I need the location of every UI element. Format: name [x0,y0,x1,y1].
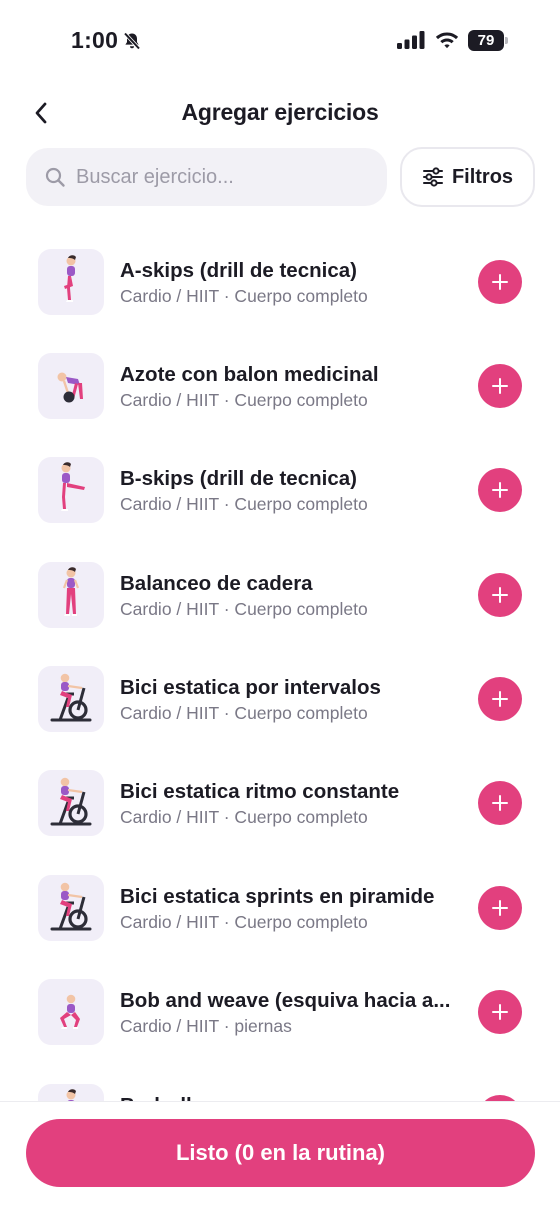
medicine-ball-slam-figure-icon [57,372,83,403]
battery-indicator: 79 [468,30,508,51]
exercise-thumbnail [38,666,104,732]
exercise-thumbnail [38,875,104,941]
exercise-row[interactable]: Bici estatica sprints en piramide Cardio… [0,858,560,962]
add-exercise-button[interactable] [478,677,522,721]
bell-off-icon [123,32,141,50]
exercise-name: Bici estatica ritmo constante [120,780,400,803]
status-time: 1:00 [71,27,119,53]
search-icon [45,167,65,187]
exercise-list: A-skips (drill de tecnica) Cardio / HIIT… [0,232,560,1102]
exercise-row[interactable]: Azote con balon medicinal Cardio / HIIT … [0,336,560,440]
search-box[interactable] [26,148,387,206]
exercise-row[interactable]: Bici estatica por intervalos Cardio / HI… [0,649,560,753]
add-exercise-button[interactable] [478,990,522,1034]
leg-extension-figure-icon [61,462,85,511]
filters-label: Filtros [451,165,514,188]
exercise-name: A-skips (drill de tecnica) [120,259,357,282]
standing-figure-icon [66,1089,76,1102]
exercise-name: B-skips (drill de tecnica) [120,467,357,490]
search-input[interactable] [76,165,366,189]
exercise-thumbnail [38,562,104,628]
add-exercise-button[interactable] [478,260,522,304]
exercise-meta: Cardio / HIIT · Cuerpo completo [120,703,368,723]
done-button[interactable]: Listo (0 en la rutina) [26,1119,535,1187]
status-bar: 1:00 79 [0,0,560,80]
exercise-name: Balanceo de cadera [120,572,313,595]
stationary-bike-figure-icon [50,777,92,826]
exercise-meta: Cardio / HIIT · Cuerpo completo [120,599,368,619]
exercise-name: Bici estatica sprints en piramide [120,885,435,908]
sliders-icon [422,167,443,187]
page-title: Agregar ejercicios [181,99,379,125]
footer-bar: Listo (0 en la rutina) [0,1101,560,1217]
exercise-meta: Cardio / HIIT · Cuerpo completo [120,912,368,932]
exercise-row[interactable]: A-skips (drill de tecnica) Cardio / HIIT… [0,232,560,336]
stationary-bike-figure-icon [50,673,92,722]
cellular-signal-icon [397,31,425,49]
wifi-icon [435,32,459,49]
battery-cap [505,37,508,44]
plus-icon [492,482,508,498]
exercise-name: Azote con balon medicinal [120,363,379,386]
exercise-meta: Cardio / HIIT · Cuerpo completo [120,286,368,306]
high-knee-figure-icon [64,255,76,302]
exercise-name: Bob and weave (esquiva hacia a... [120,989,451,1012]
add-exercises-screen: 1:00 79 Agregar ejercicios Buscar ejerci… [0,0,560,1217]
exercise-thumbnail [38,979,104,1045]
add-exercise-button[interactable] [478,573,522,617]
exercise-name: Bici estatica por intervalos [120,676,381,699]
exercise-meta: Cardio / HIIT · Cuerpo completo [120,807,368,827]
add-exercise-button[interactable] [478,364,522,408]
exercise-thumbnail [38,1084,104,1102]
squat-figure-icon [60,994,80,1029]
add-exercise-button[interactable] [478,781,522,825]
exercise-row[interactable]: Bici estatica ritmo constante Cardio / H… [0,753,560,857]
plus-icon [492,900,508,916]
exercise-thumbnail [38,353,104,419]
exercise-row[interactable]: Balanceo de cadera Cardio / HIIT · Cuerp… [0,545,560,649]
stationary-bike-figure-icon [50,882,92,931]
exercise-row[interactable]: B-skips (drill de tecnica) Cardio / HIIT… [0,440,560,544]
plus-icon [492,1004,508,1020]
add-exercise-button[interactable] [478,886,522,930]
add-exercise-button[interactable] [478,468,522,512]
plus-icon [492,378,508,394]
exercise-thumbnail [38,770,104,836]
exercise-thumbnail [38,249,104,315]
exercise-meta: Cardio / HIIT · piernas [120,1016,292,1036]
battery-level: 79 [477,32,495,49]
plus-icon [492,274,508,290]
filters-button[interactable]: Filtros [400,147,535,207]
exercise-row[interactable]: Bob and weave (esquiva hacia a... Cardio… [0,962,560,1066]
exercise-row[interactable]: Bod…ll… [0,1067,560,1102]
exercise-meta: Cardio / HIIT · Cuerpo completo [120,390,368,410]
plus-icon [492,587,508,603]
exercise-meta: Cardio / HIIT · Cuerpo completo [120,494,368,514]
standing-figure-icon [62,567,80,616]
plus-icon [492,795,508,811]
exercise-thumbnail [38,457,104,523]
plus-icon [492,691,508,707]
